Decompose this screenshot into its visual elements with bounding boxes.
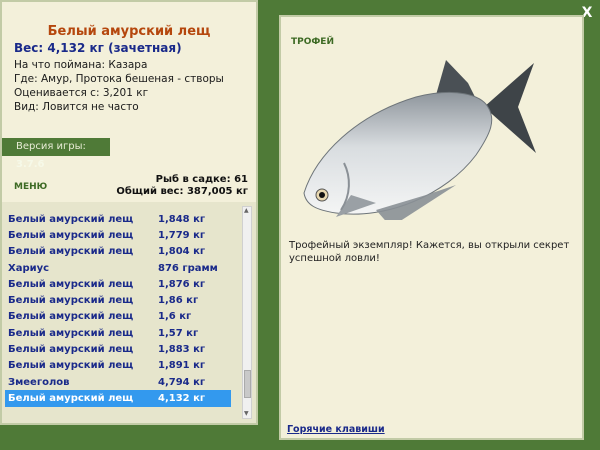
catch-row-weight: 1,883 кг bbox=[158, 344, 206, 356]
catch-row-weight: 1,891 кг bbox=[158, 360, 206, 372]
menu-button[interactable]: МЕНЮ bbox=[14, 182, 47, 192]
total-weight: Общий вес: 387,005 кг bbox=[116, 186, 248, 197]
catch-row-weight: 1,779 кг bbox=[158, 229, 206, 241]
version-label: Версия игры: bbox=[16, 141, 86, 152]
catch-list-rows: Белый амурский лещ 1,848 кг Белый амурский… bbox=[5, 211, 231, 407]
catch-row[interactable]: Белый амурский лещ 4,132 кг bbox=[5, 390, 231, 407]
catch-row-weight: 1,804 кг bbox=[158, 246, 206, 258]
version-value: 3.7.6 bbox=[16, 159, 45, 170]
fish-location: Где: Амур, Протока бешеная - створы bbox=[14, 73, 224, 85]
catch-row[interactable]: Белый амурский лещ 1,883 кг bbox=[5, 341, 231, 357]
keepnet-stats: Рыб в садке: 61 Общий вес: 387,005 кг bbox=[116, 174, 248, 198]
catch-row-weight: 1,86 кг bbox=[158, 295, 199, 307]
hotkeys-link[interactable]: Горячие клавиши bbox=[287, 424, 385, 435]
catch-row-name: Белый амурский лещ bbox=[8, 311, 134, 323]
scroll-up-icon[interactable]: ▲ bbox=[244, 207, 249, 215]
fish-count: Рыб в садке: 61 bbox=[155, 174, 248, 185]
fish-weight: Вес: 4,132 кг (зачетная) bbox=[14, 41, 182, 55]
catch-row[interactable]: Змееголов 4,794 кг bbox=[5, 374, 231, 390]
version-badge: Версия игры: 3.7.6 bbox=[2, 138, 110, 170]
catch-row-weight: 4,794 кг bbox=[158, 376, 206, 388]
left-panel: Белый амурский лещ Вес: 4,132 кг (зачетн… bbox=[0, 0, 258, 425]
catch-row-name: Змееголов bbox=[8, 376, 70, 388]
catch-row-name: Белый амурский лещ bbox=[8, 295, 134, 307]
catch-row-name: Белый амурский лещ bbox=[8, 344, 134, 356]
scroll-down-icon[interactable]: ▼ bbox=[244, 410, 249, 418]
scroll-thumb[interactable] bbox=[244, 370, 251, 398]
catch-row-weight: 1,57 кг bbox=[158, 327, 199, 339]
fish-info-box: Белый амурский лещ Вес: 4,132 кг (зачетн… bbox=[0, 0, 258, 202]
catch-row[interactable]: Хариус 876 грамм bbox=[5, 260, 231, 276]
catch-row[interactable]: Белый амурский лещ 1,57 кг bbox=[5, 325, 231, 341]
catch-row-name: Белый амурский лещ bbox=[8, 278, 134, 290]
catch-row-name: Белый амурский лещ bbox=[8, 327, 134, 339]
catch-row-name: Белый амурский лещ bbox=[8, 213, 134, 225]
catch-row[interactable]: Белый амурский лещ 1,86 кг bbox=[5, 292, 231, 308]
catch-row[interactable]: Белый амурский лещ 1,848 кг bbox=[5, 211, 231, 227]
catch-row-name: Белый амурский лещ bbox=[8, 360, 134, 372]
catch-row-name: Белый амурский лещ bbox=[8, 246, 134, 258]
fish-value: Оценивается с: 3,201 кг bbox=[14, 87, 149, 99]
catch-row[interactable]: Белый амурский лещ 1,876 кг bbox=[5, 276, 231, 292]
fish-rarity: Вид: Ловится не часто bbox=[14, 101, 139, 113]
catch-row[interactable]: Белый амурский лещ 1,6 кг bbox=[5, 309, 231, 325]
catch-row[interactable]: Белый амурский лещ 1,779 кг bbox=[5, 227, 231, 243]
catch-list: Белый амурский лещ 1,848 кг Белый амурский… bbox=[0, 202, 258, 425]
catch-row-name: Белый амурский лещ bbox=[8, 392, 134, 404]
catch-row-weight: 876 грамм bbox=[158, 262, 218, 274]
fish-bait: На что поймана: Казара bbox=[14, 59, 148, 71]
trophy-panel: ТРОФЕЙ Трофейный экземпляр! Кажется, вы … bbox=[279, 15, 584, 440]
fish-title: Белый амурский лещ bbox=[47, 24, 211, 39]
bream-fish-image bbox=[303, 60, 536, 220]
catch-row-weight: 4,132 кг bbox=[158, 392, 206, 404]
trophy-description: Трофейный экземпляр! Кажется, вы открыли… bbox=[289, 240, 570, 264]
catch-row-name: Хариус bbox=[8, 262, 50, 274]
catch-list-scrollbar[interactable]: ▲ ▼ bbox=[242, 206, 252, 419]
catch-row-name: Белый амурский лещ bbox=[8, 229, 134, 241]
catch-row-weight: 1,6 кг bbox=[158, 311, 192, 323]
catch-row[interactable]: Белый амурский лещ 1,804 кг bbox=[5, 244, 231, 260]
catch-row-weight: 1,876 кг bbox=[158, 278, 206, 290]
catch-row[interactable]: Белый амурский лещ 1,891 кг bbox=[5, 358, 231, 374]
catch-row-weight: 1,848 кг bbox=[158, 213, 206, 225]
